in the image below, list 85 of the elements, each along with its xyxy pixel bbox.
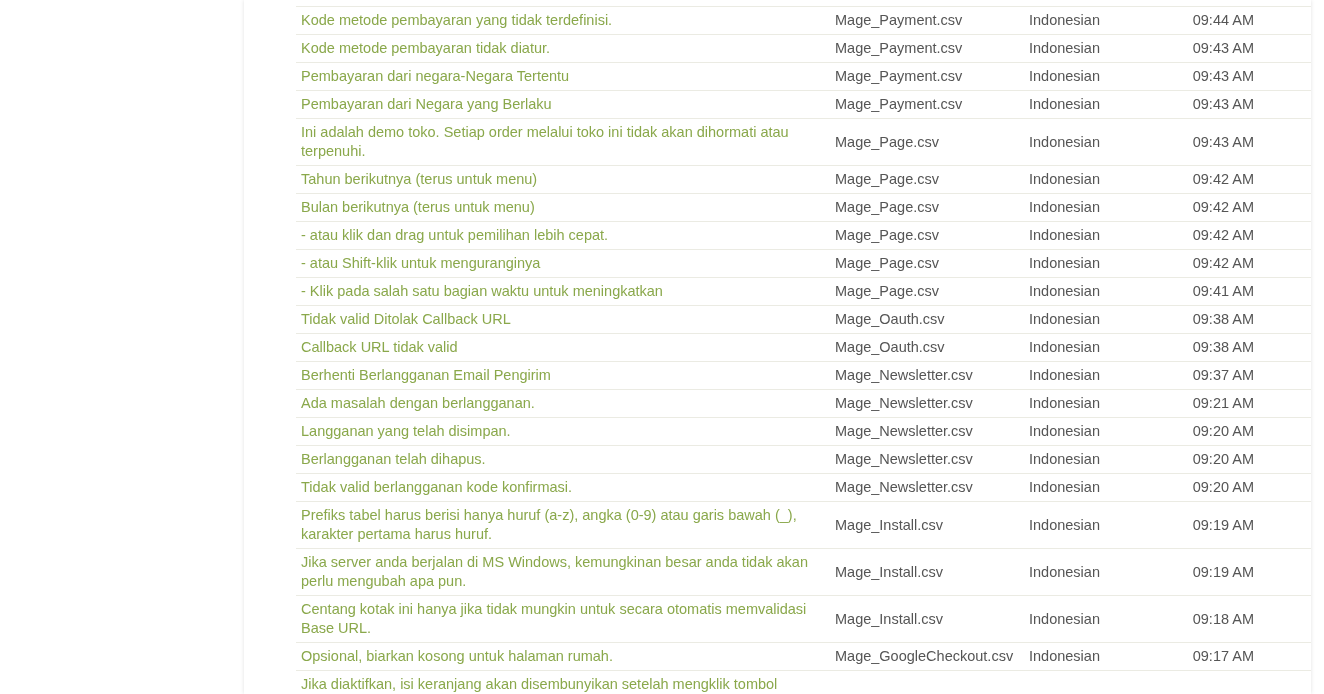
language-cell-text: Indonesian <box>1028 170 1101 189</box>
translation-link[interactable]: Tahun berikutnya (terus untuk menu) <box>296 166 830 193</box>
file-name: Mage_Payment.csv <box>834 11 964 30</box>
translation-link[interactable]: Ada masalah dengan berlangganan. <box>296 390 830 417</box>
translation-link[interactable]: Langganan yang telah disimpan. <box>296 418 830 445</box>
translation-link[interactable]: Jika server anda berjalan di MS Windows, kemungkinan besar anda tidak akan perlu mengubah apa pun. <box>296 549 830 595</box>
time-cell-text: 09:42 AM <box>1191 170 1255 189</box>
translation-link[interactable]: Pembayaran dari Negara yang Berlaku <box>296 91 830 118</box>
file-name: Mage_Newsletter.csv <box>834 450 974 469</box>
language-cell-text: Indonesian <box>1028 132 1101 152</box>
time-cell-text: 09:43 AM <box>1191 67 1255 86</box>
file-name: Mage_Newsletter.csv <box>834 394 974 413</box>
translation-link[interactable]: Berlangganan telah dihapus. <box>296 446 830 473</box>
time-cell-text: 09:38 AM <box>1191 310 1255 329</box>
language-cell-text: Indonesian <box>1028 394 1101 413</box>
file-name: Mage_Oauth.csv <box>834 338 946 357</box>
language-cell-text: Indonesian <box>1028 226 1101 245</box>
language-cell-text: Indonesian <box>1028 39 1101 58</box>
language-cell-text: Indonesian <box>1028 11 1101 30</box>
time-cell-text: 09:43 AM <box>1191 39 1255 58</box>
language-cell-text: Indonesian <box>1028 478 1101 497</box>
time-cell-text: 09:18 AM <box>1191 609 1255 629</box>
translation-link[interactable]: Prefiks tabel harus berisi hanya huruf (a-z), angka (0-9) atau garis bawah (_), karakter pertama harus huruf. <box>296 502 830 548</box>
time-cell-text: 09:41 AM <box>1191 282 1255 301</box>
translation-link[interactable]: Pembayaran dari negara-Negara Tertentu <box>296 63 830 90</box>
file-name: Mage_Newsletter.csv <box>834 478 974 497</box>
language-cell-text: Indonesian <box>1028 282 1101 301</box>
time-cell-text: 09:21 AM <box>1191 394 1255 413</box>
time-cell-text: 09:42 AM <box>1191 198 1255 217</box>
file-name: Mage_Page.csv <box>834 170 940 189</box>
translation-link[interactable]: - Klik pada salah satu bagian waktu untuk meningkatkan <box>296 278 830 305</box>
language-cell-text: Indonesian <box>1028 647 1101 666</box>
translation-link[interactable]: Bulan berikutnya (terus untuk menu) <box>296 194 830 221</box>
language-cell-text: Indonesian <box>1028 422 1101 441</box>
time-cell-text: 09:20 AM <box>1191 478 1255 497</box>
file-name: Mage_Page.csv <box>834 282 940 301</box>
language-cell-text: Indonesian <box>1028 67 1101 86</box>
translation-link[interactable]: Tidak valid berlangganan kode konfirmasi. <box>296 474 830 501</box>
file-name: Mage_Page.csv <box>834 254 940 273</box>
file-name: Mage_Payment.csv <box>834 39 964 58</box>
time-cell-text: 09:43 AM <box>1191 95 1255 114</box>
language-cell-text: Indonesian <box>1028 198 1101 217</box>
file-name: Mage_Payment.csv <box>834 67 964 86</box>
translation-link[interactable]: - atau klik dan drag untuk pemilihan lebih cepat. <box>296 222 830 249</box>
time-cell-text: 09:19 AM <box>1191 515 1255 535</box>
file-name: Mage_Page.csv <box>834 198 940 217</box>
time-cell-text: 09:20 AM <box>1191 422 1255 441</box>
language-cell-text: Indonesian <box>1028 609 1101 629</box>
file-name: Mage_Payment.csv <box>834 95 964 114</box>
language-cell-text: Indonesian <box>1028 450 1101 469</box>
time-cell-text: 09:42 AM <box>1191 254 1255 273</box>
file-name: Mage_Page.csv <box>834 226 940 245</box>
time-cell-text: 09:38 AM <box>1191 338 1255 357</box>
translation-link[interactable]: Kode metode pembayaran yang tidak terdefinisi. <box>296 7 830 34</box>
file-name: Mage_Install.csv <box>834 609 944 629</box>
language-cell-text: Indonesian <box>1028 95 1101 114</box>
translation-link[interactable]: Berhenti Berlangganan Email Pengirim <box>296 362 830 389</box>
time-cell-text: 09:20 AM <box>1191 450 1255 469</box>
language-cell-text: Indonesian <box>1028 254 1101 273</box>
time-cell-text: 09:43 AM <box>1191 132 1255 152</box>
language-cell-text: Indonesian <box>1028 562 1101 582</box>
time-cell-text: 09:37 AM <box>1191 366 1255 385</box>
language-cell-text: Indonesian <box>1028 310 1101 329</box>
file-name: Mage_GoogleCheckout.csv <box>834 647 1015 666</box>
translation-link[interactable]: Opsional, biarkan kosong untuk halaman rumah. <box>296 643 830 670</box>
file-name: Mage_Install.csv <box>834 562 944 582</box>
time-cell-text: 09:19 AM <box>1191 562 1255 582</box>
file-name: Mage_Newsletter.csv <box>834 366 974 385</box>
file-name: Mage_Install.csv <box>834 515 944 535</box>
time-cell-text: 09:42 AM <box>1191 226 1255 245</box>
time-cell-text: 09:44 AM <box>1191 11 1255 30</box>
language-cell-text: Indonesian <box>1028 338 1101 357</box>
file-name: Mage_Page.csv <box>834 132 940 152</box>
translation-link[interactable]: Centang kotak ini hanya jika tidak mungkin untuk secara otomatis memvalidasi Base URL. <box>296 596 830 642</box>
file-name: Mage_Newsletter.csv <box>834 422 974 441</box>
time-cell-text: 09:17 AM <box>1191 647 1255 666</box>
translation-link[interactable]: Tidak valid Ditolak Callback URL <box>296 306 830 333</box>
language-cell-text: Indonesian <box>1028 515 1101 535</box>
translation-link[interactable]: Kode metode pembayaran tidak diatur. <box>296 35 830 62</box>
translation-link[interactable]: - atau Shift-klik untuk menguranginya <box>296 250 830 277</box>
translation-link[interactable]: Callback URL tidak valid <box>296 334 830 361</box>
file-name: Mage_Oauth.csv <box>834 310 946 329</box>
translation-link[interactable]: Ini adalah demo toko. Setiap order melalui toko ini tidak akan dihormati atau terpenuhi. <box>296 119 830 165</box>
language-cell-text: Indonesian <box>1028 366 1101 385</box>
translation-link[interactable]: Jika diaktifkan, isi keranjang akan disembunyikan setelah mengklik tombol <box>296 671 830 694</box>
